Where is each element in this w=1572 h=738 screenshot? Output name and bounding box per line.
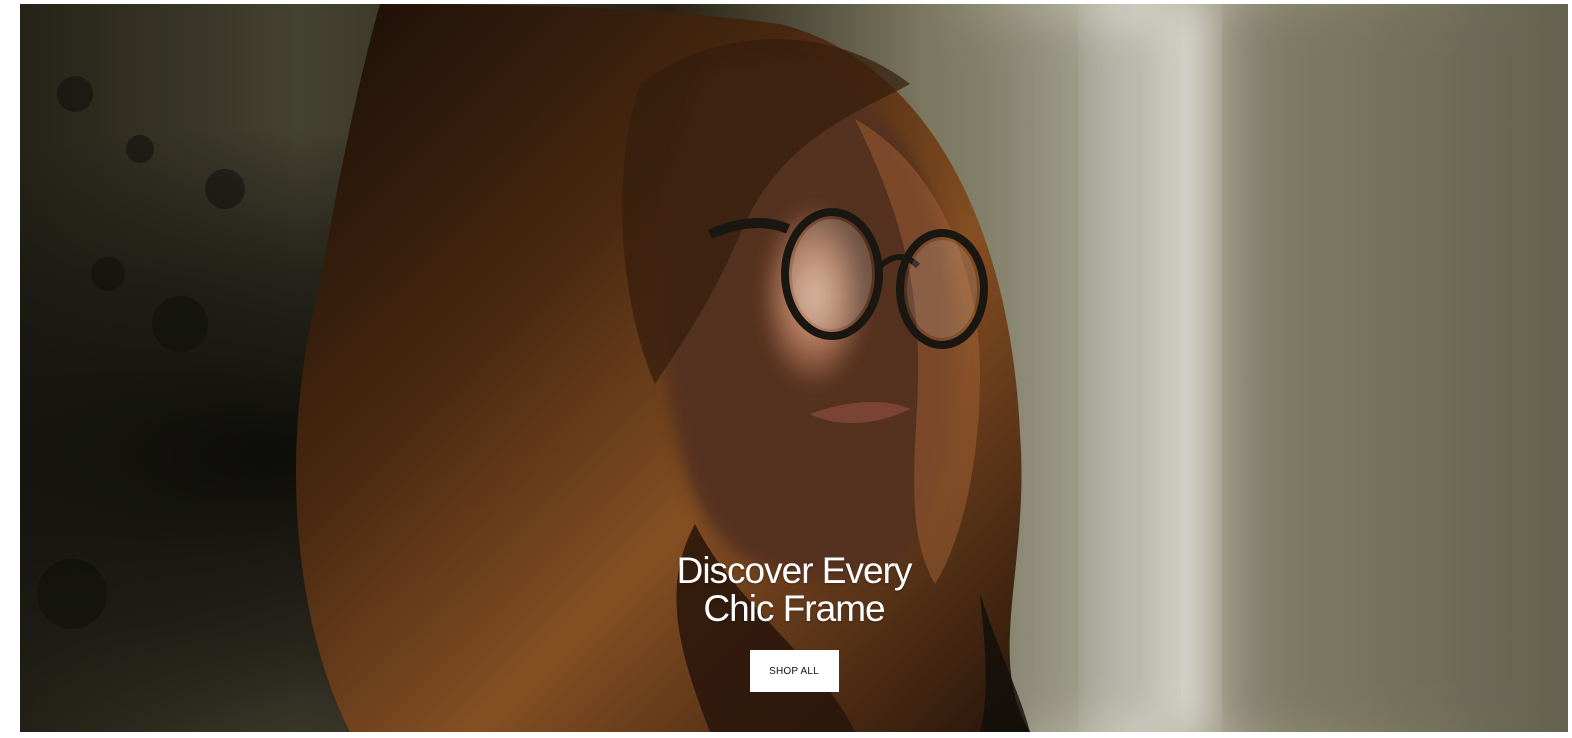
hero-content: Discover Every Chic Frame SHOP ALL [20,552,1568,692]
hero-banner: Discover Every Chic Frame SHOP ALL [20,4,1568,732]
hero-title-line-1: Discover Every [676,550,913,591]
page: Discover Every Chic Frame SHOP ALL [0,0,1572,738]
hero-title: Discover Every Chic Frame [676,550,913,629]
hero-title-line-2: Chic Frame [703,588,885,629]
shop-all-button[interactable]: SHOP ALL [749,650,839,692]
